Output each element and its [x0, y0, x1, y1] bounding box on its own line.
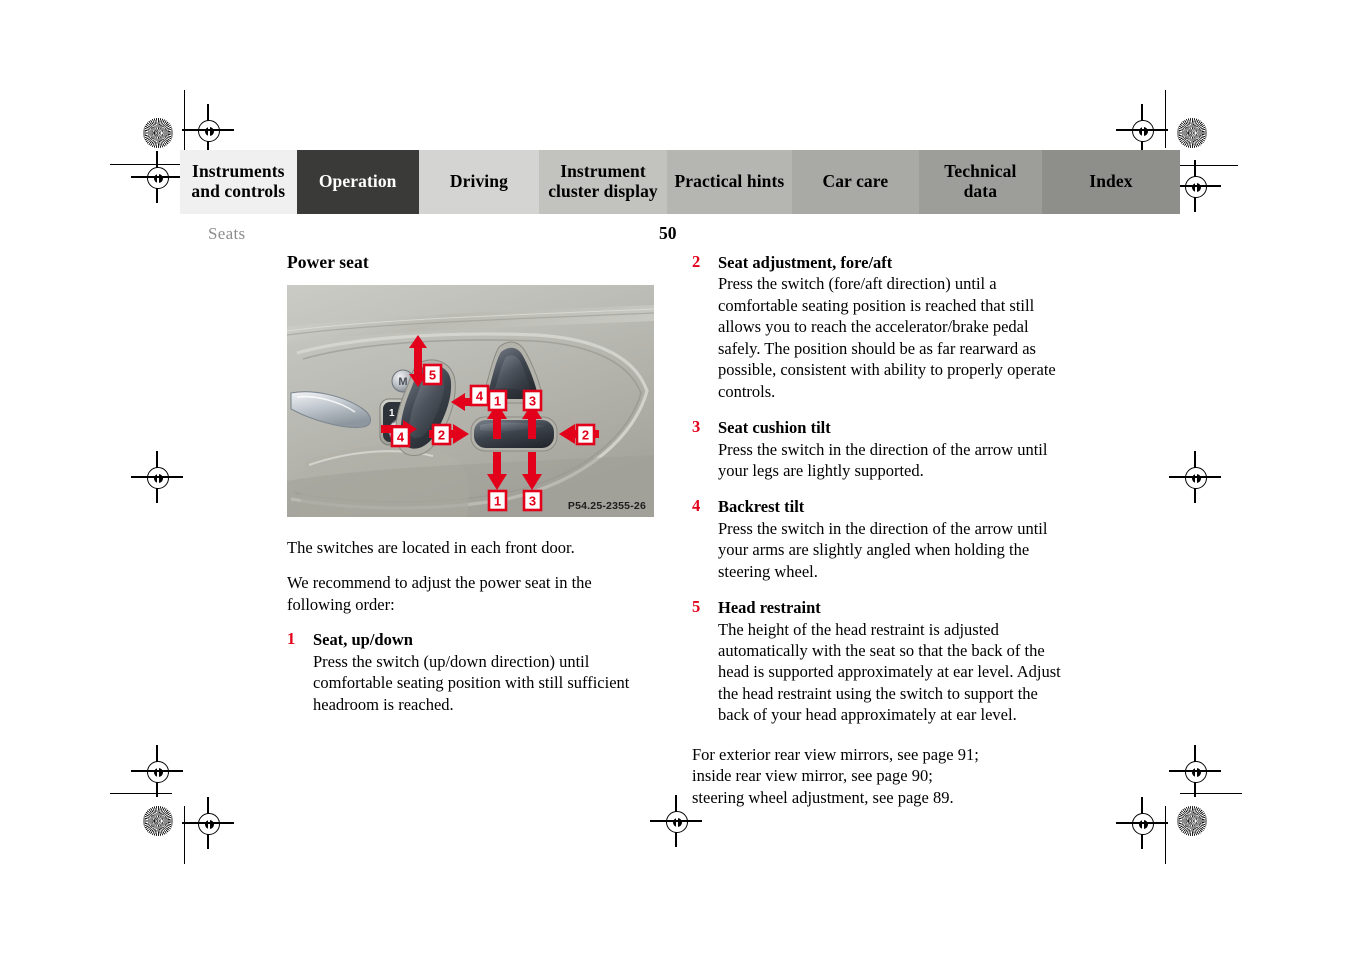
step-item-2: 2 Seat adjustment, fore/aft Press the sw… — [692, 252, 1064, 402]
tab-label: Instrument cluster display — [548, 161, 658, 201]
figure-reference-code: P54.25-2355-26 — [567, 500, 646, 512]
tab-label: Driving — [449, 171, 508, 192]
tab-label: Car care — [822, 171, 889, 192]
trim-line-top-right-vertical — [1165, 90, 1167, 148]
step-body: The height of the head restraint is adju… — [718, 619, 1061, 725]
page-number: 50 — [659, 223, 677, 243]
tab-label: Operation — [318, 171, 397, 192]
running-head: Seats — [208, 224, 246, 243]
right-column: 2 Seat adjustment, fore/aft Press the sw… — [692, 252, 1064, 808]
step-item-1: 1 Seat, up/down Press the switch (up/dow… — [287, 629, 659, 715]
tab-label: Practical hints — [674, 171, 785, 192]
svg-text:4: 4 — [476, 389, 484, 404]
trim-line-bottom-left-vertical — [184, 806, 186, 864]
step-number: 5 — [692, 597, 701, 617]
step-heading: Seat, up/down — [313, 630, 413, 650]
registration-crosshair-top-left-outer — [131, 151, 183, 203]
cross-reference-line-1: For exterior rear view mirrors, see page… — [692, 744, 979, 764]
registration-crosshair-top-right-inner — [1116, 104, 1168, 156]
left-column: Power seat 1 M 5 4 4 1 3 2 2 1 3 P54.25-… — [287, 252, 659, 715]
tab-practical-hints[interactable]: Practical hints — [666, 150, 792, 214]
registration-crosshair-mid-right — [1169, 451, 1221, 503]
step-body: Press the switch (fore/aft direction) un… — [718, 274, 1056, 401]
step-number: 2 — [692, 252, 701, 271]
svg-text:4: 4 — [397, 430, 405, 445]
cross-reference-line-3: steering wheel adjustment, see page 89. — [692, 787, 954, 807]
step-body: Press the switch in the direction of the… — [718, 439, 1048, 480]
densitometer-starburst-bottom-left — [143, 806, 173, 836]
paragraph-switch-location: The switches are located in each front d… — [287, 538, 575, 557]
trim-line-top-left-vertical — [184, 90, 186, 150]
registration-crosshair-bottom-left-lower — [182, 797, 234, 849]
tab-instruments-and-controls[interactable]: Instruments and controls — [180, 150, 297, 214]
svg-text:2: 2 — [582, 428, 589, 443]
tab-operation[interactable]: Operation — [296, 150, 419, 214]
step-heading: Head restraint — [718, 598, 821, 618]
trim-line-bottom-right-vertical — [1165, 806, 1167, 864]
densitometer-starburst-top-right — [1177, 118, 1207, 148]
print-registration-marks — [0, 0, 1351, 954]
cross-reference-line-2: inside rear view mirror, see page 90; — [692, 766, 933, 786]
tab-index[interactable]: Index — [1041, 150, 1180, 214]
step-number: 1 — [287, 629, 296, 649]
svg-text:2: 2 — [438, 428, 445, 443]
chapter-tab-bar[interactable]: Instruments and controls Operation Drivin… — [180, 150, 1180, 214]
adjustment-steps-left: 1 Seat, up/down Press the switch (up/dow… — [287, 629, 659, 715]
step-heading: Seat adjustment, fore/aft — [718, 253, 893, 272]
tab-technical-data[interactable]: Technical data — [918, 150, 1042, 214]
tab-driving[interactable]: Driving — [418, 150, 540, 214]
densitometer-starburst-top-left — [143, 118, 173, 148]
step-item-4: 4 Backrest tilt Press the switch in the … — [692, 496, 1064, 582]
svg-text:1: 1 — [494, 494, 501, 509]
trim-line-top-right — [1180, 165, 1238, 167]
tab-label: Index — [1089, 171, 1133, 192]
cross-reference-block: For exterior rear view mirrors, see page… — [692, 744, 1064, 808]
tab-car-care[interactable]: Car care — [791, 150, 919, 214]
registration-crosshair-bottom-right-upper — [1169, 745, 1221, 797]
step-number: 3 — [692, 417, 701, 437]
registration-crosshair-bottom-right-lower — [1116, 797, 1168, 849]
trim-line-bottom-right — [1180, 793, 1242, 795]
step-body: Press the switch (up/down direction) unt… — [313, 651, 630, 714]
registration-crosshair-mid-left — [131, 451, 183, 503]
step-body: Press the switch in the direction of the… — [718, 518, 1048, 581]
svg-text:1: 1 — [494, 394, 501, 409]
page-title: Power seat — [287, 252, 369, 272]
power-seat-switch-illustration: 1 2 3 M — [287, 285, 654, 517]
step-number: 4 — [692, 496, 701, 516]
step-item-5: 5 Head restraint The height of the head … — [692, 597, 1064, 726]
trim-line-bottom-left — [110, 793, 172, 795]
step-heading: Backrest tilt — [718, 497, 805, 517]
trim-line-top-left — [110, 164, 188, 166]
registration-crosshair-top-left-inner — [182, 104, 234, 156]
tab-label: Technical data — [944, 161, 1017, 201]
tab-instrument-cluster-display[interactable]: Instrument cluster display — [539, 150, 667, 214]
svg-text:3: 3 — [529, 494, 536, 509]
paragraph-adjust-order: We recommend to adjust the power seat in… — [287, 573, 592, 614]
memory-preset-1-label: 1 — [389, 408, 395, 419]
adjustment-steps-right: 2 Seat adjustment, fore/aft Press the sw… — [692, 252, 1064, 726]
door-panel-drawing: 1 2 3 M — [287, 285, 654, 517]
tab-label: Instruments and controls — [191, 161, 286, 201]
step-heading: Seat cushion tilt — [718, 418, 831, 438]
densitometer-starburst-bottom-right — [1177, 806, 1207, 836]
step-item-3: 3 Seat cushion tilt Press the switch in … — [692, 417, 1064, 481]
svg-text:3: 3 — [529, 394, 536, 409]
memory-button-m-label: M — [398, 376, 407, 388]
svg-text:5: 5 — [429, 368, 436, 383]
registration-crosshair-bottom-left-upper — [131, 745, 183, 797]
